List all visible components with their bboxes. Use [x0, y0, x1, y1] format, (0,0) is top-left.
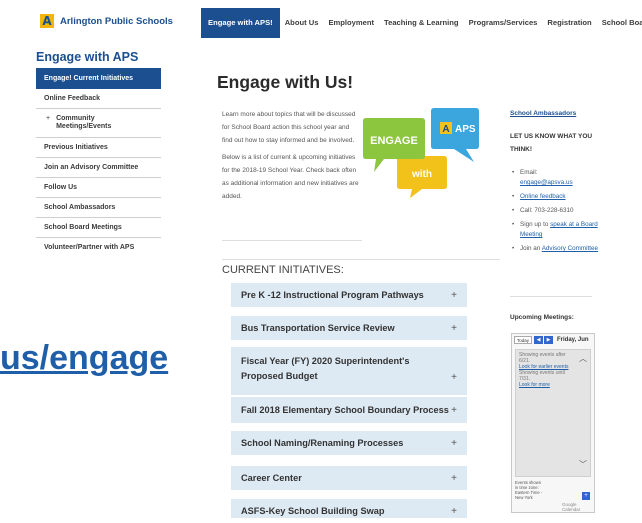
calendar-date: Friday, Jun [557, 337, 589, 343]
email-link[interactable]: engage@apsva.us [520, 179, 573, 186]
list-item: • Email: engage@apsva.us [512, 168, 602, 188]
chevron-right-icon[interactable]: ▶ [544, 336, 554, 344]
intro-text: Learn more about topics that will be dis… [222, 108, 360, 207]
chevron-left-icon[interactable]: ◀ [534, 336, 544, 344]
chevron-up-icon[interactable]: ︿ [579, 355, 587, 363]
plus-icon: + [451, 322, 457, 334]
accordion-label: School Naming/Renaming Processes [241, 438, 404, 448]
accordion-label: Bus Transportation Service Review [241, 323, 395, 333]
sidebar-item-advisory-committee[interactable]: Join an Advisory Committee [36, 158, 161, 178]
accordion-career-center[interactable]: Career Center + [231, 466, 467, 490]
calendar-toolbar: Today ◀ ▶ Friday, Jun [512, 334, 594, 346]
accordion-label: Fiscal Year (FY) 2020 Superintendent's P… [241, 356, 410, 381]
nav-employment[interactable]: Employment [323, 8, 379, 38]
plus-icon: + [451, 372, 457, 383]
bullet-icon: • [512, 207, 515, 214]
sidebar-item-previous-initiatives[interactable]: Previous Initiatives [36, 138, 161, 158]
nav-school-board[interactable]: School Board [597, 8, 642, 38]
email-label: Email: [520, 169, 538, 176]
sidebar: Engage with APS Engage! Current Initiati… [36, 50, 161, 257]
look-more-link[interactable]: Look for more [519, 382, 550, 388]
events-after-text: Showing events after 6/21. [519, 352, 566, 364]
engage-with-aps-graphic: A APS ENGAGE with [363, 108, 479, 198]
sidebar-item-school-ambassadors[interactable]: School Ambassadors [36, 198, 161, 218]
aps-logo-icon: A [40, 14, 54, 28]
page: A Arlington Public Schools Engage with A… [0, 0, 642, 523]
nav-about-us[interactable]: About Us [280, 8, 324, 38]
list-item: • Online feedback [512, 192, 602, 202]
accordion-school-naming[interactable]: School Naming/Renaming Processes + [231, 431, 467, 455]
plus-icon: + [451, 505, 457, 517]
advisory-committee-link[interactable]: Advisory Committee [542, 245, 598, 252]
graphic-engage-text: ENGAGE [370, 135, 418, 147]
plus-icon: + [451, 404, 457, 416]
current-initiatives-heading: CURRENT INITIATIVES: [222, 264, 344, 276]
divider [510, 296, 592, 297]
chevron-down-icon[interactable]: ﹀ [579, 461, 587, 469]
list-item: • Sign up to speak at a Board Meeting [512, 220, 602, 240]
url-overlay-text[interactable]: us/engage [0, 339, 168, 378]
page-title: Engage with Us! [217, 72, 354, 92]
google-calendar-label: Google Calendar [562, 502, 581, 512]
nav-programs-services[interactable]: Programs/Services [464, 8, 543, 38]
calendar-today-button[interactable]: Today [514, 336, 533, 344]
sidebar-item-label: Community Meetings/Events [56, 115, 112, 130]
nav-engage[interactable]: Engage with APS! [201, 8, 280, 38]
frame-edge [0, 518, 642, 523]
plus-icon: + [451, 472, 457, 484]
graphic-a-letter: A [442, 124, 449, 135]
site-logo[interactable]: A Arlington Public Schools [40, 14, 173, 28]
list-item: • Join an Advisory Committee [512, 244, 602, 254]
graphic-with-text: with [411, 169, 432, 180]
divider [222, 240, 362, 241]
timezone-note: Events shown in time zone: Eastern Time … [515, 480, 543, 500]
contact-list: • Email: engage@apsva.us • Online feedbac… [512, 168, 602, 258]
google-calendar-widget: Today ◀ ▶ Friday, Jun ︿ Showing events a… [511, 333, 595, 513]
signup-prefix: Sign up to [520, 221, 549, 228]
sidebar-item-online-feedback[interactable]: Online Feedback [36, 89, 161, 109]
sidebar-item-community-meetings[interactable]: + Community Meetings/Events [36, 109, 161, 138]
accordion-boundary-process[interactable]: Fall 2018 Elementary School Boundary Pro… [231, 397, 467, 423]
list-item: • Call: 703-228-6310 [512, 206, 602, 216]
nav-registration[interactable]: Registration [542, 8, 596, 38]
sidebar-item-volunteer[interactable]: Volunteer/Partner with APS [36, 238, 161, 257]
expand-icon: + [46, 115, 51, 122]
accordion-prek12-pathways[interactable]: Pre K -12 Instructional Program Pathways… [231, 283, 467, 307]
site-header: A Arlington Public Schools Engage with A… [0, 0, 642, 44]
graphic-aps-text: APS [455, 124, 476, 135]
plus-icon: + [451, 289, 457, 301]
add-calendar-icon[interactable]: + [582, 492, 590, 500]
join-prefix: Join an [520, 245, 541, 252]
bullet-icon: • [512, 169, 515, 176]
accordion-bus-transportation[interactable]: Bus Transportation Service Review + [231, 316, 467, 340]
sidebar-item-follow-us[interactable]: Follow Us [36, 178, 161, 198]
sidebar-item-school-board-meetings[interactable]: School Board Meetings [36, 218, 161, 238]
bullet-icon: • [512, 245, 515, 252]
upcoming-meetings-heading: Upcoming Meetings: [510, 314, 574, 321]
plus-icon: + [451, 437, 457, 449]
accordion-label: Pre K -12 Instructional Program Pathways [241, 290, 424, 300]
accordion-label: Fall 2018 Elementary School Boundary Pro… [241, 405, 449, 415]
divider [222, 259, 500, 260]
phone-text: Call: 703-228-6310 [520, 207, 574, 214]
bullet-icon: • [512, 221, 515, 228]
nav-teaching-learning[interactable]: Teaching & Learning [379, 8, 464, 38]
url-overlay: us/engage [0, 339, 218, 393]
intro-paragraph: Below is a list of current & upcoming in… [222, 154, 359, 200]
feedback-heading: LET US KNOW WHAT YOU THINK! [510, 133, 593, 153]
bullet-icon: • [512, 193, 515, 200]
calendar-agenda: ︿ Showing events after 6/21. Look for ea… [515, 349, 591, 477]
sidebar-item-current-initiatives[interactable]: Engage! Current Initiatives [36, 68, 161, 89]
intro-paragraph: Learn more about topics that will be dis… [222, 111, 356, 144]
online-feedback-link[interactable]: Online feedback [520, 192, 566, 202]
accordion-label: Career Center [241, 473, 302, 483]
school-ambassadors-link[interactable]: School Ambassadors [510, 110, 576, 117]
accordion-label: ASFS-Key School Building Swap [241, 506, 385, 516]
accordion-fy2020-budget[interactable]: Fiscal Year (FY) 2020 Superintendent's P… [231, 347, 467, 395]
sidebar-title: Engage with APS [36, 50, 139, 64]
site-name: Arlington Public Schools [60, 15, 173, 27]
main-nav: Engage with APS! About Us Employment Tea… [201, 8, 642, 38]
events-until-text: Showing events until 7/31. [519, 370, 565, 382]
